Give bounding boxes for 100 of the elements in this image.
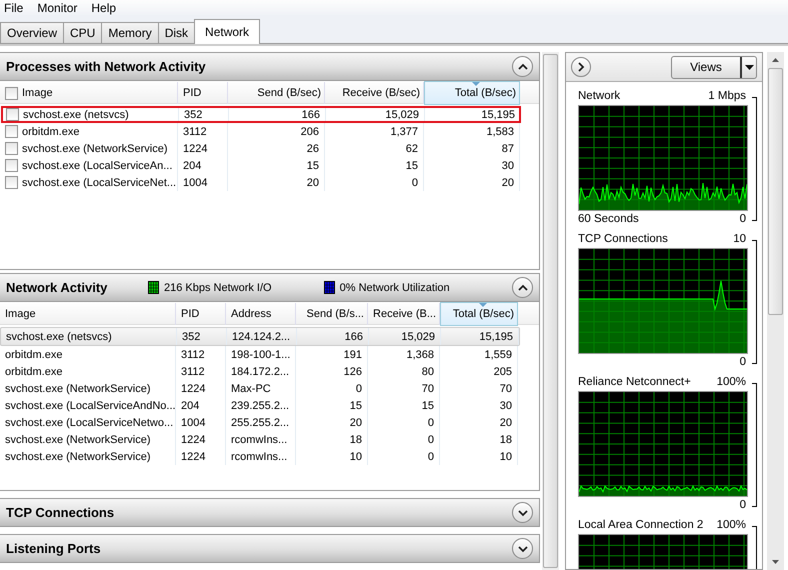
table-cell: 1224 [181,382,206,394]
legend-label: 216 Kbps Network I/O [164,282,272,294]
table-cell: 30 [500,400,512,412]
table-cell: 30 [502,160,514,172]
checkbox[interactable] [6,108,19,121]
scrollbar[interactable] [767,52,784,570]
table-cell: 26 [306,142,319,154]
table-cell: 1004 [183,176,208,188]
table-cell: 10 [500,450,512,462]
table-cell: 15,029 [401,330,435,342]
column-header[interactable]: Send (B/sec) [228,82,325,104]
column-header[interactable]: Image [0,303,176,325]
table-cell: 1224 [183,142,208,154]
tab[interactable]: Memory [101,22,159,43]
table-cell: 3112 [183,126,207,138]
scale-label: 0 [740,499,746,511]
caret-icon [744,64,754,70]
column-header[interactable]: PID [176,303,226,325]
graph-title: TCP Connections [578,232,668,244]
table-cell: 10 [350,450,362,462]
scroll-thumb[interactable] [768,68,783,315]
table-cell: 15,029 [385,108,419,120]
checkbox[interactable] [5,159,18,172]
column-header[interactable]: Image [0,82,178,104]
column-header[interactable]: Total (B/sec) [440,302,518,326]
expand-button[interactable] [512,538,533,559]
time-label: 60 Seconds [578,213,639,225]
section-title: Network Activity [6,280,108,295]
tab[interactable]: Overview [0,22,64,43]
table-cell: 184.172.2... [231,366,290,378]
table-cell: 1224 [181,434,206,446]
tab[interactable]: Network [194,19,260,44]
table-cell: 0 [428,450,434,462]
table-cell: 204 [183,160,202,172]
menu-item[interactable]: Monitor [37,1,78,15]
table-cell: svchost.exe (netsvcs) [6,330,112,342]
table-cell: 0 [356,382,362,394]
table-cell: 15 [406,160,418,172]
scale-label: 100% [716,518,746,530]
table-cell: 352 [184,108,202,120]
scale-label: 0 [740,213,746,225]
scale-label: 1 Mbps [708,90,746,102]
table-cell: 70 [422,382,434,394]
column-header[interactable]: Address [226,303,296,325]
scroll-down-icon[interactable] [772,560,779,564]
tab[interactable]: CPU [63,22,102,43]
table-cell: 18 [500,434,512,446]
table-cell: 352 [182,330,200,342]
table-cell: Max-PC [231,382,271,394]
column-header[interactable]: Total (B/sec) [424,81,520,105]
scroll-up-icon[interactable] [772,58,779,62]
table-cell: 87 [502,142,514,154]
expand-button[interactable] [512,502,533,523]
section-header[interactable]: TCP Connections [0,499,539,526]
table-cell: 62 [406,142,418,154]
table-cell: 255.255.2... [231,416,290,428]
table-cell: 126 [344,366,362,378]
checkbox[interactable] [5,176,18,189]
table-cell: 204 [181,400,200,412]
collapse-button[interactable] [512,277,533,298]
chevron-up-icon [518,284,528,292]
table-cell: 166 [344,330,363,342]
graph-title: Network [578,90,620,102]
chevron-up-icon [518,62,528,70]
collapse-button[interactable] [512,56,533,77]
expand-button[interactable] [571,57,591,77]
chevron-down-icon [518,544,528,552]
sort-icon [472,82,480,86]
legend-label: 0% Network Utilization [340,282,450,294]
table-cell: 0 [412,176,418,188]
table-cell: 20 [500,416,512,428]
table-cell: svchost.exe (LocalServiceNetwo... [5,416,174,428]
table-cell: rcomwIns... [231,434,288,446]
menu-item[interactable]: File [4,1,24,15]
scrollbar[interactable] [542,52,559,570]
tab[interactable]: Disk [158,22,196,43]
graph-title: Local Area Connection 2 [578,518,704,530]
table-cell: 18 [350,434,362,446]
menu-item[interactable]: Help [91,1,116,15]
section-header[interactable]: Listening Ports [0,535,539,562]
column-header[interactable]: PID [178,82,228,104]
section-title: Processes with Network Activity [6,59,207,74]
scale-label: 0 [740,356,746,368]
checkbox[interactable] [5,142,18,155]
table-cell: 70 [500,382,512,394]
table-cell: 15 [306,160,319,172]
table-cell: 80 [422,366,434,378]
table-cell: 191 [344,348,362,360]
section-header[interactable]: Network Activity 216 Kbps Network I/O 0% Network Utilization [0,274,539,301]
table-cell: 3112 [181,348,205,360]
checkbox[interactable] [5,86,18,100]
table-cell: 15,195 [481,108,515,120]
checkbox[interactable] [5,125,18,138]
views-button[interactable]: Views [671,56,757,78]
scale-label: 100% [716,376,746,388]
table-cell: 205 [494,366,512,378]
column-header[interactable]: Send (B/s... [296,303,368,325]
section-header[interactable]: Processes with Network Activity [0,53,539,80]
table-cell: orbitdm.exe [5,348,62,360]
table-cell: svchost.exe (NetworkService) [5,382,150,394]
